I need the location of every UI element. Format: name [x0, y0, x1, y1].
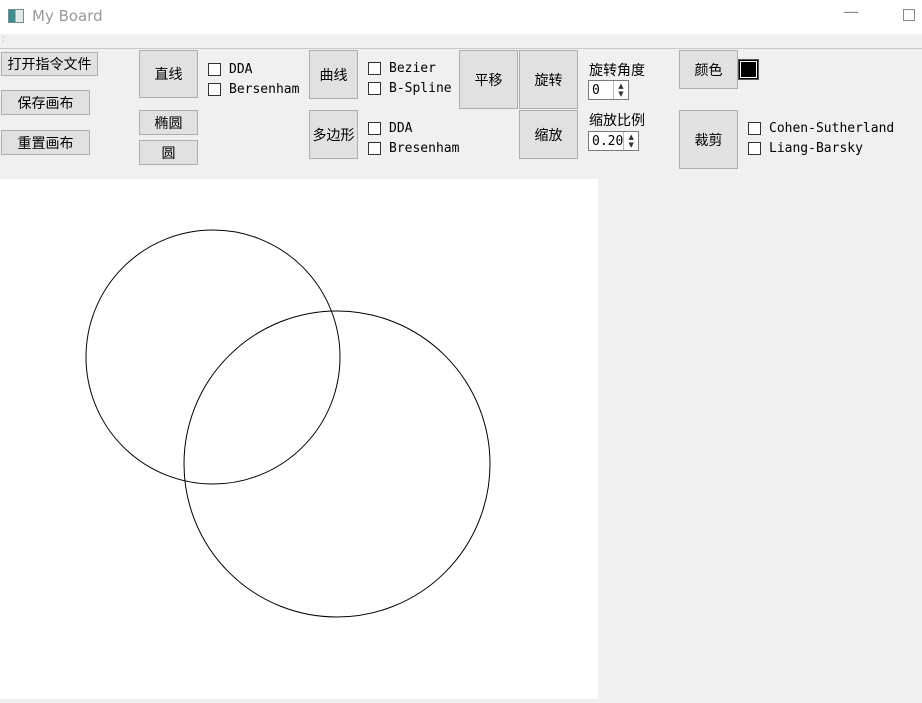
window-title: My Board [32, 7, 103, 25]
maximize-icon[interactable] [903, 9, 915, 21]
curve-button[interactable]: 曲线 [309, 50, 358, 99]
checkbox-box[interactable] [368, 141, 381, 155]
rotate-angle-spinbox[interactable]: 0 ▲ ▼ [588, 80, 629, 100]
clip-liang-barsky-checkbox[interactable]: Liang-Barsky [748, 139, 863, 157]
scale-ratio-label: 缩放比例 [589, 113, 645, 129]
open-command-file-button[interactable]: 打开指令文件 [1, 52, 98, 76]
ellipse-button[interactable]: 椭圆 [139, 110, 198, 135]
line-bresenham-checkbox[interactable]: Bersenham [208, 80, 299, 98]
clip-button[interactable]: 裁剪 [679, 110, 738, 169]
checkbox-label: Bezier [389, 60, 436, 76]
spin-arrows-icon[interactable]: ▲ ▼ [613, 81, 628, 99]
scale-button[interactable]: 缩放 [519, 110, 578, 159]
polygon-bresenham-checkbox[interactable]: Bresenham [368, 139, 459, 157]
reset-canvas-button[interactable]: 重置画布 [1, 130, 90, 155]
checkbox-label: B-Spline [389, 80, 452, 96]
drawn-circle-1[interactable] [85, 229, 341, 485]
line-button[interactable]: 直线 [139, 50, 198, 98]
checkbox-box[interactable] [368, 61, 381, 75]
save-canvas-button[interactable]: 保存画布 [1, 90, 90, 115]
spin-arrows-icon[interactable]: ▲ ▼ [623, 132, 638, 150]
scale-ratio-spinbox[interactable]: 0.20 ▲ ▼ [588, 131, 639, 151]
canvas-drawing[interactable] [0, 179, 598, 699]
scale-ratio-value[interactable]: 0.20 [589, 134, 623, 149]
checkbox-label: Bersenham [229, 81, 300, 97]
rotate-angle-value[interactable]: 0 [589, 83, 613, 98]
checkbox-label: Cohen-Sutherland [769, 120, 895, 136]
clip-cohen-sutherland-checkbox[interactable]: Cohen-Sutherland [748, 119, 894, 137]
curve-bspline-checkbox[interactable]: B-Spline [368, 79, 452, 97]
line-dda-checkbox[interactable]: DDA [208, 60, 252, 78]
title-bar: My Board — [0, 0, 922, 34]
checkbox-box[interactable] [208, 62, 221, 76]
checkbox-label: DDA [229, 61, 253, 77]
curve-bezier-checkbox[interactable]: Bezier [368, 59, 436, 77]
minimize-icon[interactable]: — [843, 2, 859, 21]
toolbar-divider [0, 48, 922, 49]
color-swatch[interactable] [738, 59, 759, 80]
drawn-circle-2[interactable] [183, 310, 491, 618]
checkbox-box[interactable] [748, 141, 761, 155]
polygon-dda-checkbox[interactable]: DDA [368, 119, 412, 137]
circle-button[interactable]: 圆 [139, 140, 198, 165]
checkbox-label: Bresenham [389, 140, 460, 156]
drawing-canvas[interactable] [0, 179, 598, 699]
checkbox-box[interactable] [748, 121, 761, 135]
color-button[interactable]: 颜色 [679, 50, 738, 89]
checkbox-box[interactable] [208, 82, 221, 96]
checkbox-box[interactable] [368, 121, 381, 135]
polygon-button[interactable]: 多边形 [309, 110, 358, 159]
rotate-button[interactable]: 旋转 [519, 50, 578, 109]
app-icon [8, 9, 24, 23]
toolbar-grip-icon[interactable]: · · [2, 34, 5, 46]
rotate-angle-label: 旋转角度 [589, 63, 645, 79]
checkbox-label: Liang-Barsky [769, 140, 863, 156]
checkbox-box[interactable] [368, 81, 381, 95]
translate-button[interactable]: 平移 [459, 50, 518, 109]
checkbox-label: DDA [389, 120, 413, 136]
